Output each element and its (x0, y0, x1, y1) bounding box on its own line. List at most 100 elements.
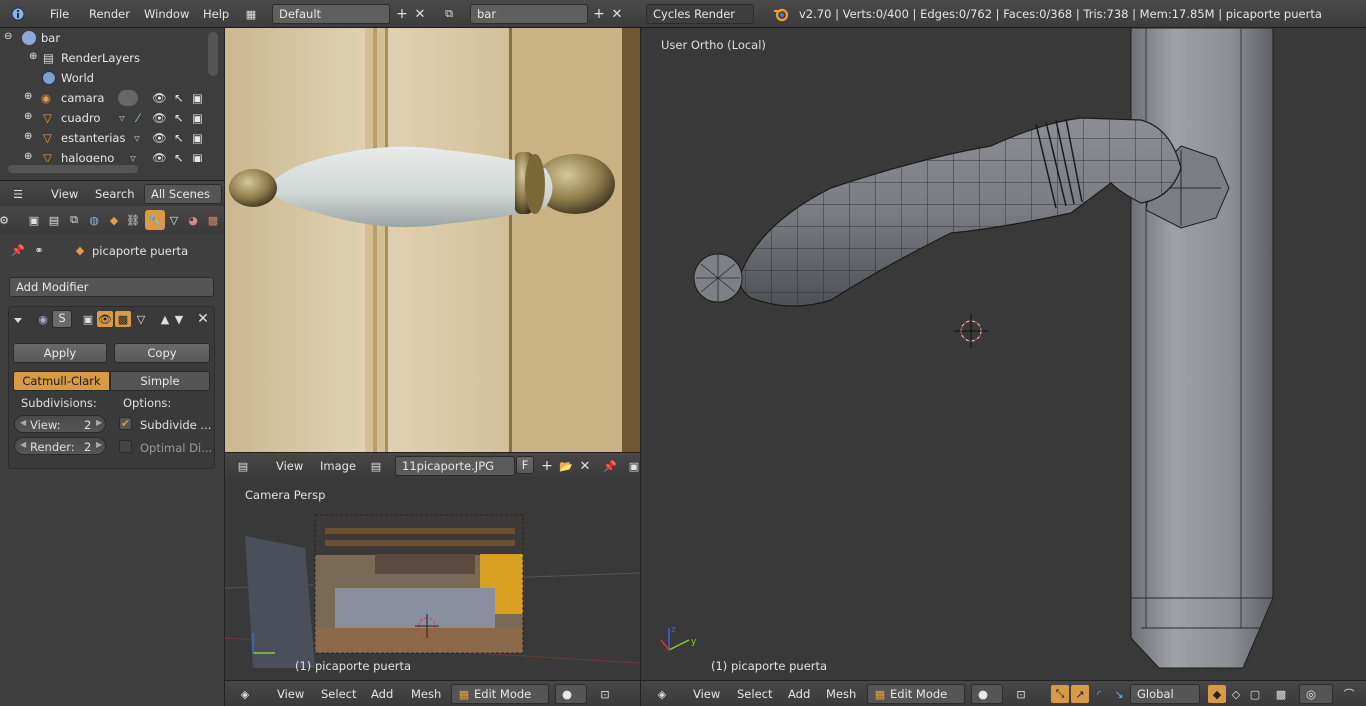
object-tab-icon[interactable]: ◆ (106, 212, 122, 228)
info-editor-icon[interactable] (10, 6, 26, 22)
increment-icon[interactable]: ▶ (96, 418, 102, 427)
modifier-name-field[interactable]: S (52, 310, 72, 328)
optimal-display-checkbox[interactable] (119, 440, 132, 453)
renderlayers-tab-icon[interactable]: ▤ (46, 212, 62, 228)
outliner-display-mode[interactable]: All Scenes (144, 184, 222, 204)
simple-option[interactable]: Simple (110, 371, 210, 391)
collapse-modifier-icon[interactable] (14, 318, 22, 323)
expand-icon[interactable]: ⊕ (29, 51, 37, 62)
expand-icon[interactable]: ⊕ (24, 131, 32, 142)
texture-tab-icon[interactable]: ▩ (205, 212, 221, 228)
image-browse-icon[interactable]: ▤ (368, 458, 384, 474)
apply-button[interactable]: Apply (13, 343, 107, 363)
menu-help[interactable]: Help (203, 7, 229, 21)
viewport-shading-select[interactable]: ● (971, 684, 1003, 704)
editmode-toggle-icon[interactable]: ▩ (115, 311, 131, 327)
constraints-tab-icon[interactable]: ⛓ (125, 212, 141, 228)
fake-user-toggle[interactable]: F (516, 456, 534, 474)
scene-icon[interactable]: ⧉ (441, 6, 457, 22)
mesh-menu[interactable]: Mesh (411, 687, 441, 701)
add-layout-icon[interactable]: + (394, 6, 410, 22)
face-select-icon[interactable]: ▢ (1247, 686, 1263, 702)
view3d-editor-icon[interactable]: ◈ (654, 686, 670, 702)
render-tab-icon[interactable]: ▣ (26, 212, 42, 228)
subdivide-uvs-checkbox[interactable]: ✔ (119, 417, 132, 430)
scene-tab-icon[interactable]: ⧉ (66, 212, 82, 228)
renderability-camera-icon[interactable]: ▣ (192, 111, 203, 125)
material-icon[interactable]: ⁄ (137, 111, 139, 125)
close-layout-icon[interactable]: ✕ (412, 6, 428, 22)
image-view-menu[interactable]: View (276, 459, 303, 473)
vertex-select-icon[interactable]: ◆ (1208, 685, 1226, 703)
image-mode-icon[interactable]: ▣ (626, 458, 642, 474)
outliner-item-cuadro[interactable]: ⊕ ▽ cuadro ▿ ⁄ 👁 ↖ ▣ (0, 108, 222, 128)
move-down-icon[interactable]: ▼ (171, 311, 187, 327)
add-modifier-button[interactable]: Add Modifier (9, 277, 214, 297)
cage-toggle-icon[interactable]: ▽ (133, 311, 149, 327)
outliner-view-menu[interactable]: View (51, 187, 78, 201)
modifiers-tab-icon[interactable]: 🔧 (145, 210, 165, 230)
outliner-item-estanterias[interactable]: ⊕ ▽ estanterias ▿ 👁 ↖ ▣ (0, 128, 222, 148)
collapse-icon[interactable]: ⊖ (4, 31, 12, 42)
limit-selection-icon[interactable]: ▩ (1273, 686, 1289, 702)
pin-image-icon[interactable]: 📌 (602, 458, 618, 474)
outliner-scrollbar[interactable] (208, 32, 218, 76)
increment-icon[interactable]: ▶ (96, 440, 102, 449)
add-menu[interactable]: Add (371, 687, 393, 701)
manipulator-toggle-icon[interactable]: ⤡ (1051, 685, 1069, 703)
camera-data-icon[interactable] (118, 90, 138, 106)
render-engine-select[interactable]: Cycles Render (646, 4, 754, 24)
transform-orientation-select[interactable]: Global (1130, 684, 1200, 704)
outliner-search-menu[interactable]: Search (95, 187, 135, 201)
outliner-editor-icon[interactable]: ☰ (10, 186, 26, 202)
expand-icon[interactable]: ⊕ (24, 151, 32, 162)
image-image-menu[interactable]: Image (320, 459, 356, 473)
outliner-hscrollbar[interactable] (8, 165, 138, 173)
rotate-manipulator-icon[interactable]: ◜ (1091, 686, 1107, 702)
render-toggle-icon[interactable]: ▣ (80, 311, 96, 327)
view-menu[interactable]: View (277, 687, 304, 701)
expand-icon[interactable]: ⊕ (24, 91, 32, 102)
image-editor-canvas[interactable] (225, 28, 640, 452)
menu-render[interactable]: Render (89, 7, 130, 21)
catmull-clark-option[interactable]: Catmull-Clark (13, 371, 110, 391)
copy-button[interactable]: Copy (114, 343, 210, 363)
visibility-eye-icon[interactable]: 👁 (152, 131, 167, 145)
renderability-camera-icon[interactable]: ▣ (192, 131, 203, 145)
scene-field[interactable]: bar (470, 4, 588, 24)
select-menu[interactable]: Select (737, 687, 772, 701)
edge-select-icon[interactable]: ◇ (1228, 686, 1244, 702)
selectability-cursor-icon[interactable]: ↖ (174, 111, 184, 125)
decrement-icon[interactable]: ◀ (20, 440, 26, 449)
renderability-camera-icon[interactable]: ▣ (192, 151, 203, 162)
decrement-icon[interactable]: ◀ (20, 418, 26, 427)
material-tab-icon[interactable]: ◕ (185, 212, 201, 228)
selectability-cursor-icon[interactable]: ↖ (174, 151, 184, 162)
mesh-data-icon[interactable]: ▿ (130, 151, 136, 162)
visibility-eye-icon[interactable]: 👁 (152, 111, 167, 125)
screen-layout-icon[interactable]: ▦ (243, 6, 259, 22)
scale-manipulator-icon[interactable]: ↘ (1111, 686, 1127, 702)
view-levels-field[interactable]: ◀ View: 2 ▶ (14, 415, 106, 433)
pin-icon[interactable]: 📌 (10, 242, 26, 258)
selectability-cursor-icon[interactable]: ↖ (174, 91, 184, 105)
menu-file[interactable]: File (50, 7, 69, 21)
selectability-cursor-icon[interactable]: ↖ (174, 131, 184, 145)
expand-icon[interactable]: ⊕ (24, 111, 32, 122)
pivot-point-icon[interactable]: ⊡ (597, 686, 613, 702)
viewport-shading-select[interactable]: ● (555, 684, 587, 704)
outliner-item-renderlayers[interactable]: ⊕ ▤ RenderLayers (0, 48, 222, 68)
visibility-eye-icon[interactable]: 👁 (152, 91, 167, 105)
snap-icon[interactable]: ⌒ (1341, 686, 1357, 702)
image-editor-type-icon[interactable]: ▤ (235, 458, 251, 474)
camera-viewport[interactable]: Camera Persp (1) picaporte puerta (225, 478, 640, 680)
new-image-icon[interactable]: + (539, 458, 555, 474)
translate-manipulator-icon[interactable]: ↗ (1071, 685, 1089, 703)
close-scene-icon[interactable]: ✕ (609, 6, 625, 22)
select-menu[interactable]: Select (321, 687, 356, 701)
visibility-eye-icon[interactable]: 👁 (152, 151, 167, 162)
outliner-item-bar[interactable]: ⊖ bar (0, 28, 222, 48)
proportional-edit-select[interactable]: ◎ (1299, 684, 1333, 704)
renderability-camera-icon[interactable]: ▣ (192, 91, 203, 105)
mesh-data-icon[interactable]: ▿ (119, 111, 125, 125)
